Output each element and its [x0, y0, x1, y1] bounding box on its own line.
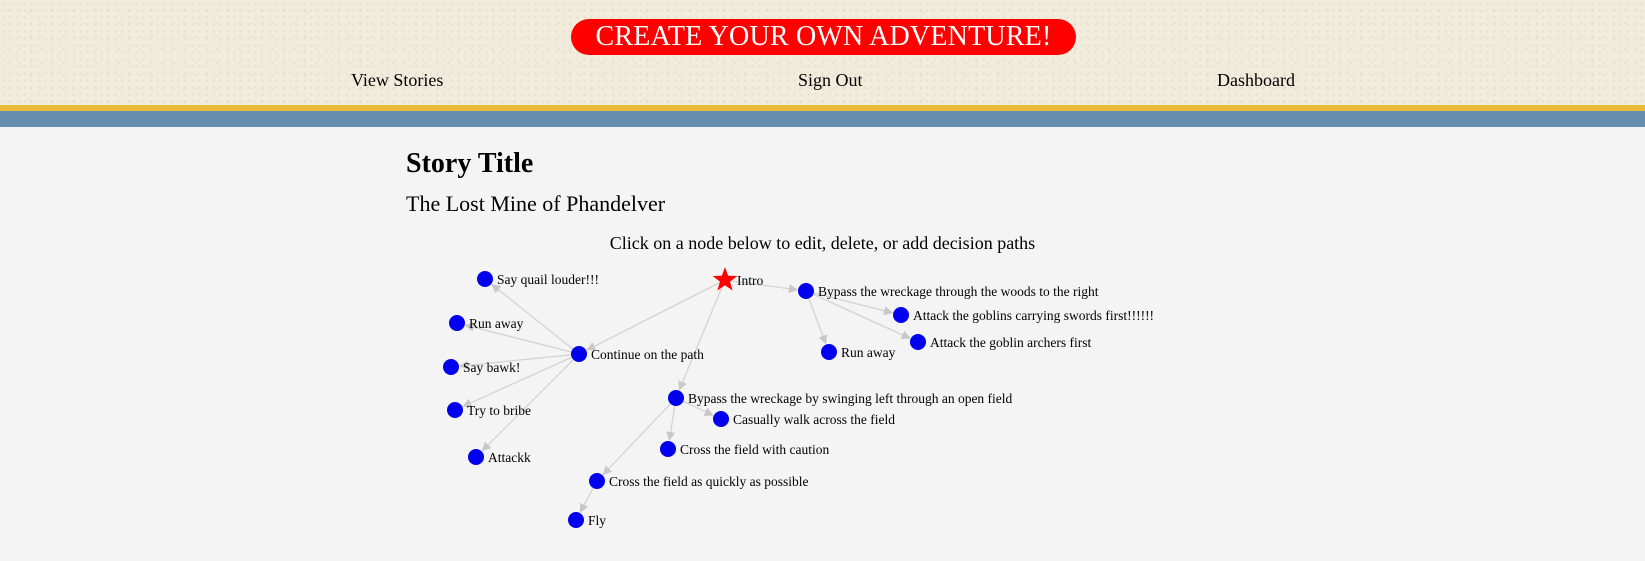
graph-node-circle[interactable] [447, 402, 463, 418]
graph-node-goblin-archers[interactable]: Attack the goblin archers first [910, 334, 1091, 350]
graph-node-continue-path[interactable]: Continue on the path [571, 346, 704, 362]
graph-edge [678, 279, 726, 391]
graph-node-circle[interactable] [477, 271, 493, 287]
graph-node-circle[interactable] [568, 512, 584, 528]
graph-node-cross-caution[interactable]: Cross the field with caution [660, 441, 829, 457]
graph-node-circle[interactable] [713, 411, 729, 427]
graph-node-cross-quickly[interactable]: Cross the field as quickly as possible [589, 473, 808, 489]
graph-node-circle[interactable] [443, 359, 459, 375]
graph-node-label[interactable]: Attackk [488, 450, 531, 465]
graph-node-label[interactable]: Try to bribe [467, 403, 531, 418]
graph-node-casually-walk[interactable]: Casually walk across the field [713, 411, 895, 427]
graph-node-label[interactable]: Fly [588, 513, 606, 528]
graph-node-fly[interactable]: Fly [568, 512, 606, 528]
graph-node-bypass-woods[interactable]: Bypass the wreckage through the woods to… [798, 283, 1099, 299]
graph-node-circle[interactable] [893, 307, 909, 323]
graph-node-label[interactable]: Attack the goblins carrying swords first… [913, 308, 1154, 323]
graph-node-label[interactable]: Bypass the wreckage by swinging left thr… [688, 391, 1013, 406]
graph-node-try-bribe[interactable]: Try to bribe [447, 402, 531, 418]
graph-node-circle[interactable] [468, 449, 484, 465]
graph-node-circle[interactable] [660, 441, 676, 457]
graph-node-say-quail[interactable]: Say quail louder!!! [477, 271, 599, 287]
graph-node-circle[interactable] [910, 334, 926, 350]
story-graph: Intro Bypass the wreckage through the woo… [443, 267, 1154, 528]
graph-node-intro[interactable]: Intro [712, 267, 764, 291]
graph-node-label[interactable]: Say bawk! [463, 360, 520, 375]
graph-node-label[interactable]: Attack the goblin archers first [930, 335, 1091, 350]
start-node-star-icon[interactable] [712, 267, 738, 291]
graph-edge [586, 279, 726, 351]
graph-node-label[interactable]: Intro [737, 273, 763, 288]
graph-node-label[interactable]: Say quail louder!!! [497, 272, 599, 287]
graph-node-goblins-swords[interactable]: Attack the goblins carrying swords first… [893, 307, 1154, 323]
graph-node-run-away-1[interactable]: Run away [449, 315, 524, 331]
graph-node-bypass-field[interactable]: Bypass the wreckage by swinging left thr… [668, 390, 1013, 406]
graph-node-attackk[interactable]: Attackk [468, 449, 531, 465]
graph-node-circle[interactable] [798, 283, 814, 299]
graph-nodes: Intro Bypass the wreckage through the woo… [443, 267, 1154, 528]
graph-node-label[interactable]: Cross the field with caution [680, 442, 829, 457]
graph-node-run-away-2[interactable]: Run away [821, 344, 896, 360]
graph-node-say-bawk[interactable]: Say bawk! [443, 359, 520, 375]
graph-node-label[interactable]: Bypass the wreckage through the woods to… [818, 284, 1099, 299]
graph-node-circle[interactable] [668, 390, 684, 406]
graph-node-circle[interactable] [589, 473, 605, 489]
graph-node-label[interactable]: Casually walk across the field [733, 412, 895, 427]
graph-node-label[interactable]: Cross the field as quickly as possible [609, 474, 808, 489]
graph-node-circle[interactable] [449, 315, 465, 331]
graph-node-label[interactable]: Continue on the path [591, 347, 704, 362]
graph-edge [602, 397, 677, 476]
graph-node-circle[interactable] [571, 346, 587, 362]
graph-node-label[interactable]: Run away [841, 345, 896, 360]
graph-node-label[interactable]: Run away [469, 316, 524, 331]
graph-node-circle[interactable] [821, 344, 837, 360]
